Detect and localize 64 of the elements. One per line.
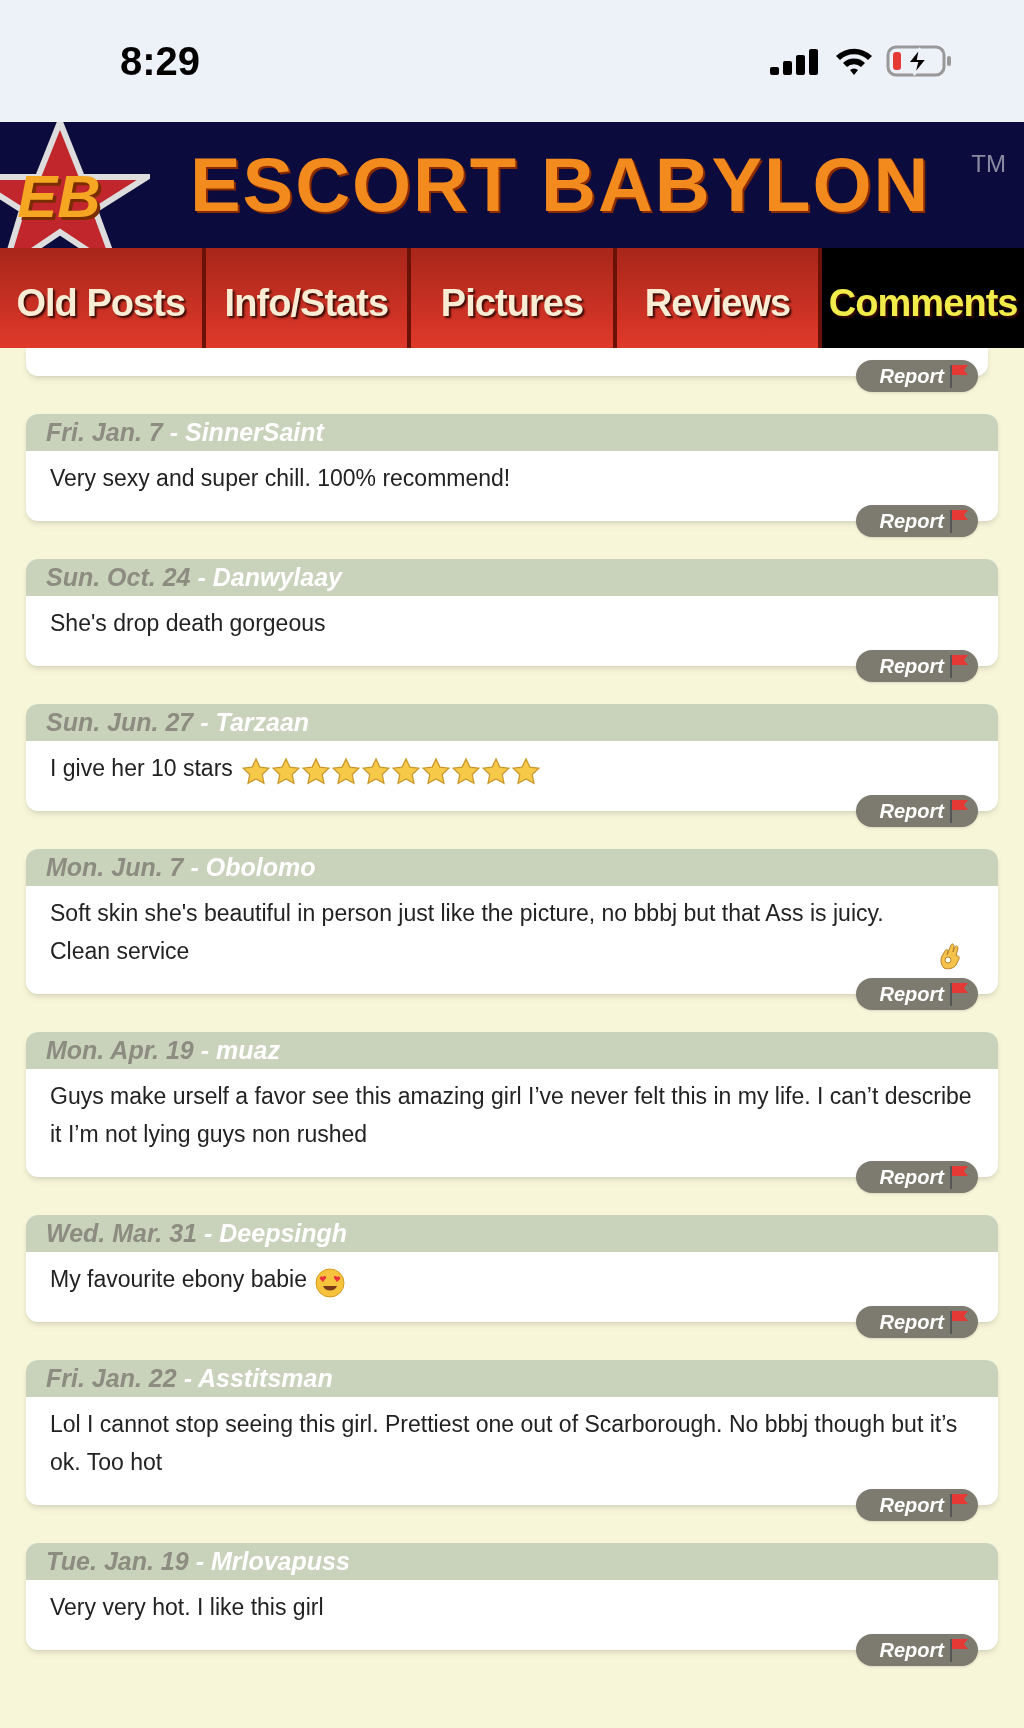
- wifi-icon: [834, 46, 874, 76]
- report-button[interactable]: Report: [855, 360, 978, 392]
- comment-text: I give her 10 stars: [50, 754, 233, 783]
- report-button[interactable]: Report: [855, 978, 978, 1010]
- comment-date: Fri. Jan. 7: [46, 416, 163, 448]
- comment-text: Guys make urself a favor see this amazing girl I’ve never felt this in my life. I can’t describe it I’m not lying guys non rushed: [50, 1082, 973, 1149]
- comment-author: - Danwylaay: [197, 561, 342, 593]
- report-button[interactable]: Report: [855, 505, 978, 537]
- flag-icon: [948, 1309, 970, 1335]
- comment-text: She's drop death gorgeous: [50, 609, 326, 638]
- site-title: ESCORT BABYLON: [190, 141, 931, 229]
- comment-date: Sun. Jun. 27: [46, 706, 194, 738]
- comment-date: Mon. Jun. 7: [46, 851, 184, 883]
- comment-date: Wed. Mar. 31: [46, 1217, 197, 1249]
- report-button[interactable]: Report: [855, 795, 978, 827]
- star-icon: [390, 757, 421, 787]
- comment-author: - muaz: [200, 1034, 280, 1066]
- nav-tab[interactable]: Info/Stats: [205, 248, 412, 348]
- nav-tab[interactable]: Old Posts: [0, 248, 206, 348]
- flag-icon: [948, 363, 970, 389]
- star-icon: [450, 757, 481, 787]
- comment-author: - SinnerSaint: [169, 416, 324, 448]
- flag-icon: [948, 1637, 970, 1663]
- battery-charging-icon: [886, 44, 954, 78]
- flag-icon: [948, 981, 970, 1007]
- flag-icon: [948, 798, 970, 824]
- comment-text: Very sexy and super chill. 100% recommend!: [50, 464, 511, 493]
- report-button[interactable]: Report: [855, 650, 978, 682]
- trademark-mark: TM: [971, 149, 1006, 179]
- comment-date: Sun. Oct. 24: [46, 561, 191, 593]
- comment-author: - Asstitsman: [183, 1362, 333, 1394]
- flag-icon: [948, 1492, 970, 1518]
- star-icon: [420, 757, 451, 787]
- comment-date: Fri. Jan. 22: [46, 1362, 177, 1394]
- logo-initials: EB: [17, 167, 101, 227]
- flag-icon: [948, 508, 970, 534]
- comment-text: Lol I cannot stop seeing this girl. Prettiest one out of Scarborough. No bbbj though but it’s ok. Too hot: [50, 1410, 959, 1477]
- comment-author: - Deepsingh: [204, 1217, 348, 1249]
- heart-eyes-emoji-icon: [315, 1268, 345, 1298]
- comment-text: My favourite ebony babie: [50, 1265, 307, 1294]
- comment-author: - Tarzaan: [200, 706, 310, 738]
- nav-tab[interactable]: Reviews: [616, 248, 823, 348]
- status-time: 8:29: [120, 38, 201, 85]
- comment-text: Soft skin she's beautiful in person just like the picture, no bbbj but that Ass is juicy. Clean service: [50, 899, 885, 966]
- star-icon: [270, 757, 301, 787]
- star-icon: [330, 757, 361, 787]
- report-button[interactable]: Report: [855, 1489, 978, 1521]
- report-button[interactable]: Report: [855, 1306, 978, 1338]
- flag-icon: [948, 653, 970, 679]
- star-icon: [240, 757, 271, 787]
- report-button[interactable]: Report: [855, 1161, 978, 1193]
- comment-text: Very very hot. I like this girl: [50, 1593, 324, 1622]
- comment-date: Tue. Jan. 19: [46, 1545, 189, 1577]
- comment-date: Mon. Apr. 19: [46, 1034, 194, 1066]
- nav-tab[interactable]: Pictures: [411, 248, 617, 348]
- nav-tab[interactable]: Comments: [822, 248, 1024, 348]
- star-icon: [360, 757, 391, 787]
- star-icon: [510, 757, 541, 787]
- flag-icon: [948, 1164, 970, 1190]
- star-icon: [480, 757, 511, 787]
- comment-author: - Obolomo: [190, 851, 316, 883]
- star-icon: [300, 757, 331, 787]
- report-button[interactable]: Report: [855, 1634, 978, 1666]
- comment-author: - Mrlovapuss: [195, 1545, 350, 1577]
